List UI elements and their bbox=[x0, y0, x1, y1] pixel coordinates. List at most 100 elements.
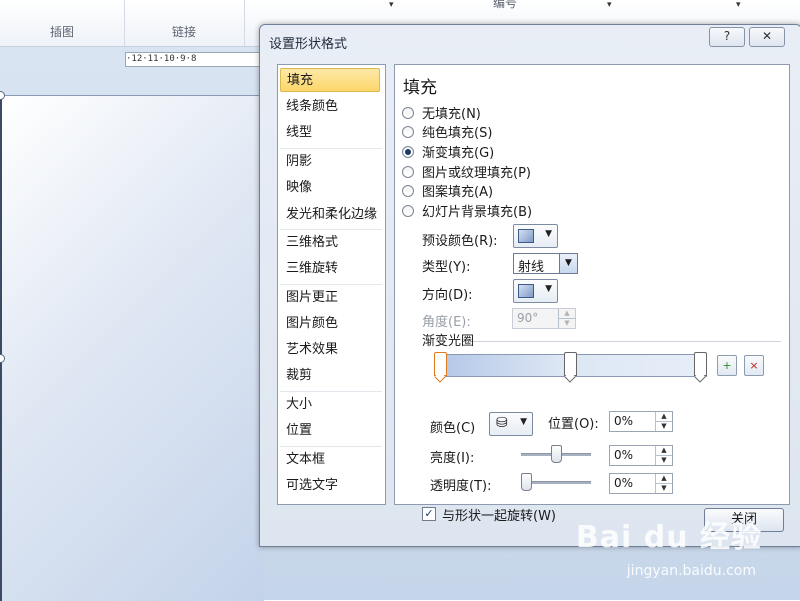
gradient-stop[interactable] bbox=[564, 352, 577, 376]
ribbon-group-illustrations[interactable]: 插图 bbox=[0, 0, 125, 46]
position-spinner[interactable]: 0% ▲ ▼ bbox=[609, 411, 673, 432]
nav-item-shadow[interactable]: 阴影 bbox=[280, 150, 380, 174]
angle-value: 90° bbox=[517, 311, 539, 325]
nav-divider bbox=[280, 391, 382, 392]
gradient-stop[interactable] bbox=[434, 352, 447, 376]
brightness-value: 0% bbox=[614, 448, 634, 462]
direction-button[interactable]: ▼ bbox=[513, 279, 558, 303]
spin-up-icon[interactable]: ▲ bbox=[655, 474, 672, 484]
angle-spinner: 90° ▲ ▼ bbox=[512, 308, 576, 329]
chevron-down-icon: ▼ bbox=[520, 417, 527, 427]
spin-up-icon: ▲ bbox=[558, 309, 575, 319]
gradient-stop[interactable] bbox=[694, 352, 707, 376]
help-icon: ? bbox=[723, 29, 731, 43]
nav-item-crop[interactable]: 裁剪 bbox=[280, 364, 380, 388]
dialog-titlebar[interactable]: 设置形状格式 ? ✕ bbox=[260, 25, 800, 57]
color-label: 颜色(C) bbox=[430, 421, 476, 436]
preset-colors-label: 预设颜色(R): bbox=[422, 234, 498, 249]
checkmark-icon: ✓ bbox=[424, 507, 434, 520]
nav-item-3d-format[interactable]: 三维格式 bbox=[280, 231, 380, 255]
radio-pattern-fill[interactable] bbox=[402, 185, 414, 197]
dialog-title: 设置形状格式 bbox=[269, 37, 348, 52]
add-gradient-stop-button[interactable]: + bbox=[717, 355, 737, 376]
radio-label: 图案填充(A) bbox=[422, 185, 494, 200]
nav-item-line-color[interactable]: 线条颜色 bbox=[280, 95, 380, 119]
ribbon-group-label: 插图 bbox=[49, 25, 74, 39]
brightness-slider-thumb[interactable] bbox=[551, 445, 562, 463]
stop-color-button[interactable]: ⛁ ▼ bbox=[489, 412, 533, 436]
radio-label: 幻灯片背景填充(B) bbox=[422, 205, 533, 220]
nav-item-position[interactable]: 位置 bbox=[280, 419, 380, 443]
type-value: 射线 bbox=[518, 260, 545, 275]
nav-divider bbox=[280, 148, 382, 149]
radio-label: 无填充(N) bbox=[422, 107, 481, 122]
type-select[interactable]: 射线 ▼ bbox=[513, 253, 578, 275]
chevron-down-icon[interactable]: ▾ bbox=[607, 0, 612, 10]
watermark-url: jingyan.baidu.com bbox=[626, 563, 756, 579]
brightness-spinner[interactable]: 0% ▲ ▼ bbox=[609, 445, 673, 466]
section-divider bbox=[473, 341, 781, 342]
direction-swatch-icon bbox=[518, 284, 534, 298]
spin-up-icon[interactable]: ▲ bbox=[655, 446, 672, 456]
nav-divider bbox=[280, 446, 382, 447]
nav-item-artistic-effects[interactable]: 艺术效果 bbox=[280, 338, 380, 362]
chevron-down-icon[interactable]: ▾ bbox=[736, 0, 741, 10]
angle-label: 角度(E): bbox=[422, 315, 471, 330]
spin-down-icon: ▼ bbox=[558, 319, 575, 328]
ribbon-group-label: 链接 bbox=[171, 25, 196, 39]
gradient-stops-label: 渐变光圈 bbox=[422, 334, 475, 349]
nav-item-line-style[interactable]: 线型 bbox=[280, 121, 380, 145]
spin-down-icon[interactable]: ▼ bbox=[655, 456, 672, 465]
spin-up-icon[interactable]: ▲ bbox=[655, 412, 672, 422]
nav-item-alt-text[interactable]: 可选文字 bbox=[280, 474, 380, 498]
transparency-label: 透明度(T): bbox=[430, 479, 492, 494]
nav-item-picture-color[interactable]: 图片颜色 bbox=[280, 312, 380, 336]
brightness-label: 亮度(I): bbox=[430, 451, 475, 466]
radio-label: 纯色填充(S) bbox=[422, 126, 493, 141]
help-button[interactable]: ? bbox=[709, 27, 745, 47]
nav-item-picture-corrections[interactable]: 图片更正 bbox=[280, 286, 380, 310]
spin-down-icon[interactable]: ▼ bbox=[655, 484, 672, 493]
nav-item-reflection[interactable]: 映像 bbox=[280, 176, 380, 200]
radio-solid-fill[interactable] bbox=[402, 126, 414, 138]
radio-label: 渐变填充(G) bbox=[422, 146, 495, 161]
ribbon-numbering-label: 编号 bbox=[493, 0, 518, 10]
transparency-slider-thumb[interactable] bbox=[521, 473, 532, 491]
nav-item-text-box[interactable]: 文本框 bbox=[280, 448, 380, 472]
transparency-value: 0% bbox=[614, 476, 634, 490]
direction-label: 方向(D): bbox=[422, 288, 473, 303]
preset-colors-button[interactable]: ▼ bbox=[513, 224, 558, 248]
add-gradient-stop-icon: + bbox=[722, 359, 732, 372]
section-heading: 填充 bbox=[403, 78, 437, 98]
nav-item-fill[interactable]: 填充 bbox=[280, 68, 380, 92]
radio-label: 图片或纹理填充(P) bbox=[422, 166, 531, 181]
remove-gradient-stop-button[interactable]: × bbox=[744, 355, 764, 376]
chevron-down-icon[interactable]: ▾ bbox=[389, 0, 394, 10]
nav-item-size[interactable]: 大小 bbox=[280, 393, 380, 417]
spin-down-icon[interactable]: ▼ bbox=[655, 422, 672, 431]
rotate-with-shape-checkbox[interactable]: ✓ bbox=[422, 507, 436, 521]
nav-divider bbox=[280, 284, 382, 285]
chevron-down-icon: ▼ bbox=[545, 284, 552, 294]
dialog-close-x-button[interactable]: ✕ bbox=[749, 27, 785, 47]
position-value: 0% bbox=[614, 414, 634, 428]
nav-item-glow-soft-edges[interactable]: 发光和柔化边缘 bbox=[280, 203, 380, 227]
baidu-watermark-logo: Bai du 经验 bbox=[575, 520, 762, 555]
remove-gradient-stop-icon: × bbox=[749, 359, 759, 372]
ribbon-group-links[interactable]: 链接 bbox=[124, 0, 245, 46]
radio-picture-texture-fill[interactable] bbox=[402, 166, 414, 178]
radio-gradient-fill[interactable] bbox=[402, 146, 414, 158]
close-icon: ✕ bbox=[761, 29, 773, 43]
nav-item-3d-rotation[interactable]: 三维旋转 bbox=[280, 257, 380, 281]
radio-slide-background-fill[interactable] bbox=[402, 205, 414, 217]
rotate-with-shape-label: 与形状一起旋转(W) bbox=[442, 509, 556, 524]
radio-no-fill[interactable] bbox=[402, 107, 414, 119]
transparency-spinner[interactable]: 0% ▲ ▼ bbox=[609, 473, 673, 494]
slide-canvas[interactable] bbox=[0, 95, 264, 601]
paint-bucket-icon: ⛁ bbox=[496, 415, 508, 431]
category-list: 填充 线条颜色 线型 阴影 映像 发光和柔化边缘 三维格式 三维旋转 图片更正 … bbox=[277, 64, 386, 505]
horizontal-ruler: ·12·11·10·9·8 bbox=[125, 52, 267, 67]
nav-divider bbox=[280, 229, 382, 230]
type-label: 类型(Y): bbox=[422, 260, 471, 275]
position-label: 位置(O): bbox=[548, 417, 599, 432]
